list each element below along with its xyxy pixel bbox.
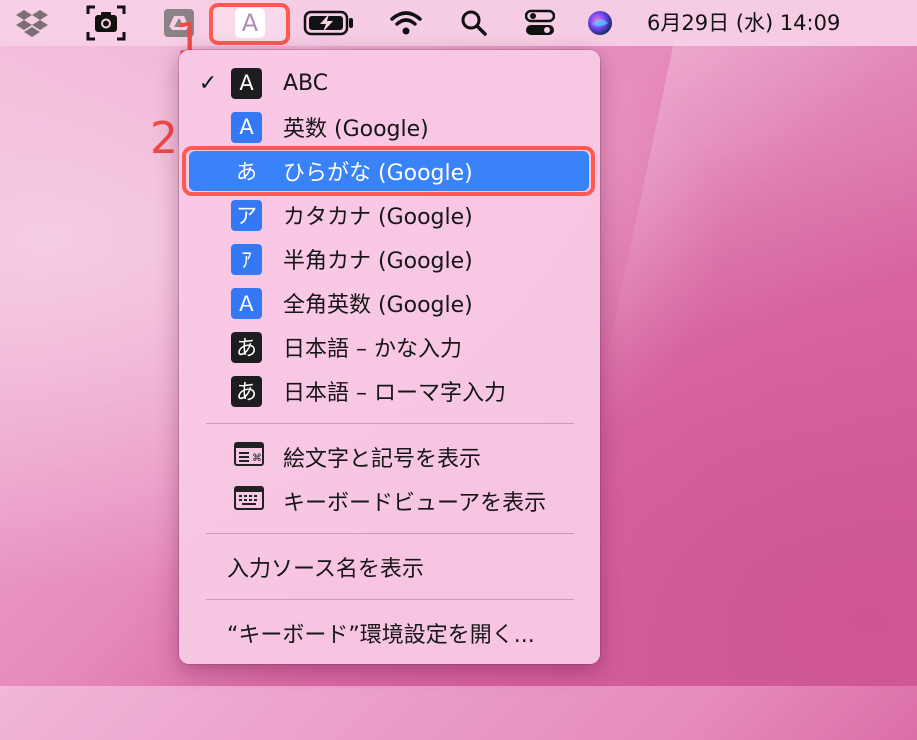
menu-item-label: 絵文字と記号を表示 <box>283 447 482 472</box>
menu-bar: A 6月29日 (水) 14:09 <box>0 0 917 46</box>
control-center-icon[interactable] <box>520 0 560 46</box>
menu-item-japanese-romaji[interactable]: あ 日本語 – ローマ字入力 <box>179 369 600 413</box>
menu-item-eisu-google[interactable]: A 英数 (Google) <box>179 105 600 149</box>
battery-icon[interactable] <box>302 0 356 46</box>
zenkaku-eisu-input-icon: Ａ <box>231 287 262 319</box>
hiragana-highlight-box <box>182 146 595 196</box>
hankaku-kana-input-icon: ｱ <box>231 243 262 275</box>
menu-item-keyboard-viewer[interactable]: キーボードビューアを表示 <box>179 479 600 523</box>
wifi-icon[interactable] <box>386 0 426 46</box>
input-source-menu: ✓ A ABC A 英数 (Google) あ ひらがな (Google) ア … <box>179 50 600 664</box>
menu-item-emoji-viewer[interactable]: ⌘ 絵文字と記号を表示 <box>179 435 600 479</box>
menu-item-label: 日本語 – ローマ字入力 <box>283 381 506 406</box>
menu-item-label: 英数 (Google) <box>283 117 429 142</box>
screenshot-icon[interactable] <box>84 0 128 46</box>
menu-item-label: ABC <box>283 70 329 96</box>
menu-item-show-input-name[interactable]: 入力ソース名を表示 <box>179 545 600 589</box>
menu-divider <box>206 533 574 534</box>
clock[interactable]: 6月29日 (水) 14:09 <box>647 0 840 46</box>
step-2-label: 2 <box>150 113 178 164</box>
siri-icon[interactable] <box>583 0 617 46</box>
kana-input-icon: あ <box>231 331 262 363</box>
abc-input-icon: A <box>231 67 262 99</box>
input-source-glyph: A <box>235 8 265 38</box>
menu-item-label: 半角カナ (Google) <box>283 249 473 274</box>
menu-item-abc[interactable]: ✓ A ABC <box>179 61 600 105</box>
menu-item-label: 日本語 – かな入力 <box>283 337 462 362</box>
checkmark-icon: ✓ <box>198 70 218 96</box>
menu-divider <box>206 599 574 600</box>
input-source-icon[interactable]: A <box>230 0 270 46</box>
menu-divider <box>206 423 574 424</box>
menu-item-zenkaku-eisu-google[interactable]: Ａ 全角英数 (Google) <box>179 281 600 325</box>
svg-text:⌘: ⌘ <box>252 453 262 464</box>
keyboard-viewer-icon <box>234 486 264 516</box>
menu-item-label: “キーボード”環境設定を開く... <box>227 623 535 648</box>
menu-item-katakana-google[interactable]: ア カタカナ (Google) <box>179 193 600 237</box>
menu-item-label: 入力ソース名を表示 <box>227 557 424 582</box>
menu-item-label: カタカナ (Google) <box>283 205 473 230</box>
menu-item-hankaku-kana-google[interactable]: ｱ 半角カナ (Google) <box>179 237 600 281</box>
dropbox-icon[interactable] <box>10 0 54 46</box>
search-icon[interactable] <box>456 0 492 46</box>
menu-item-open-keyboard-prefs[interactable]: “キーボード”環境設定を開く... <box>179 611 600 655</box>
eisu-input-icon: A <box>231 111 262 143</box>
menu-item-label: キーボードビューアを表示 <box>283 491 547 516</box>
menu-item-label: 全角英数 (Google) <box>283 293 473 318</box>
menu-item-japanese-kana[interactable]: あ 日本語 – かな入力 <box>179 325 600 369</box>
emoji-viewer-icon: ⌘ <box>234 442 264 472</box>
katakana-input-icon: ア <box>231 199 262 231</box>
romaji-input-icon: あ <box>231 375 262 407</box>
